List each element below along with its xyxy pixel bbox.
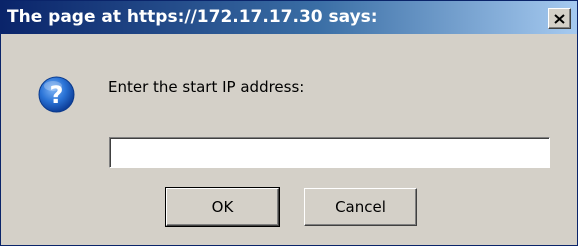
prompt-dialog: The page at https://172.17.17.30 says: ?… — [0, 0, 578, 246]
prompt-message: Enter the start IP address: — [108, 78, 305, 96]
title-bar[interactable]: The page at https://172.17.17.30 says: — [1, 1, 577, 34]
close-icon — [554, 13, 565, 24]
question-icon: ? — [38, 76, 75, 113]
dialog-title: The page at https://172.17.17.30 says: — [7, 7, 378, 27]
cancel-button[interactable]: Cancel — [304, 188, 417, 226]
svg-text:?: ? — [50, 81, 64, 109]
ok-button[interactable]: OK — [165, 187, 280, 227]
dialog-body: ? Enter the start IP address: OK Cancel — [1, 34, 577, 245]
ip-address-input[interactable] — [109, 137, 550, 168]
close-button[interactable] — [548, 8, 571, 29]
